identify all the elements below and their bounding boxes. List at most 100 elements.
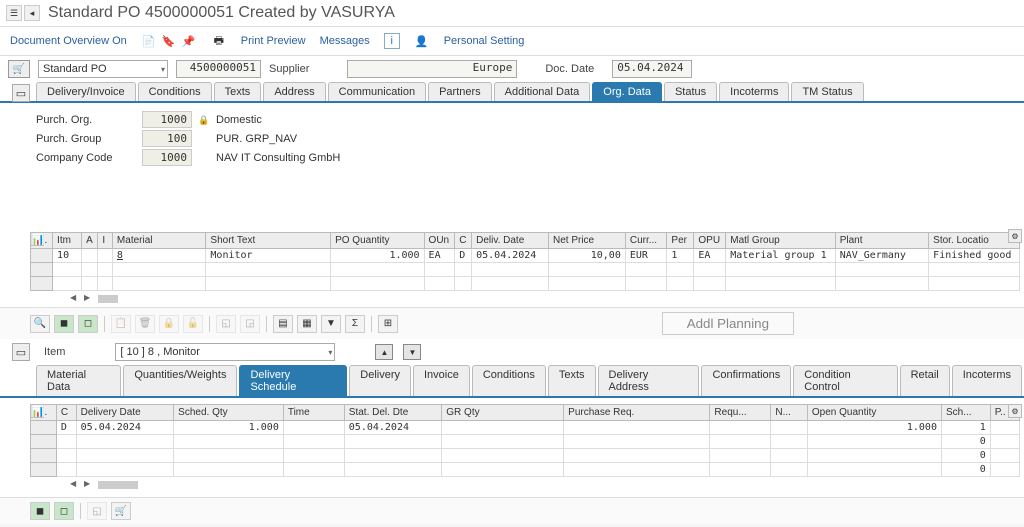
- table-cell[interactable]: [98, 249, 113, 263]
- sched-col-header[interactable]: Open Quantity: [807, 405, 941, 421]
- print-icon[interactable]: 🖶: [211, 33, 227, 49]
- table-cell[interactable]: [82, 263, 98, 277]
- sched-hscroll-thumb[interactable]: [98, 481, 138, 489]
- item-tab-delivery[interactable]: Delivery: [349, 365, 411, 396]
- table-cell[interactable]: [206, 277, 331, 291]
- table-cell[interactable]: [56, 435, 76, 449]
- table-cell[interactable]: [472, 263, 549, 277]
- purch-org-code[interactable]: 1000: [142, 111, 192, 128]
- table-cell[interactable]: [53, 277, 82, 291]
- items-col-header[interactable]: PO Quantity: [331, 233, 424, 249]
- sum-icon[interactable]: Σ: [345, 315, 365, 333]
- item-tab-material-data[interactable]: Material Data: [36, 365, 121, 396]
- table-cell[interactable]: [990, 435, 1019, 449]
- table-cell[interactable]: [174, 463, 284, 477]
- row-selector[interactable]: [31, 421, 57, 435]
- table-cell[interactable]: [112, 277, 205, 291]
- print-preview-link[interactable]: Print Preview: [241, 35, 306, 47]
- table-cell[interactable]: [472, 277, 549, 291]
- items-col-header[interactable]: Net Price: [548, 233, 625, 249]
- table-cell[interactable]: [835, 277, 928, 291]
- table-cell[interactable]: EA: [694, 249, 726, 263]
- table-cell[interactable]: [694, 277, 726, 291]
- table-cell[interactable]: [76, 463, 174, 477]
- sched-col-header[interactable]: Sch...: [941, 405, 990, 421]
- table-cell[interactable]: [206, 263, 331, 277]
- deselect-icon[interactable]: ◻: [78, 315, 98, 333]
- prev-item-button[interactable]: ▲: [375, 344, 393, 360]
- table-cell[interactable]: [442, 421, 564, 435]
- create-icon[interactable]: 📄: [141, 33, 157, 49]
- lookup-icon[interactable]: 🔒: [198, 115, 209, 125]
- items-col-header[interactable]: Itm: [53, 233, 82, 249]
- table-cell[interactable]: Material group 1: [726, 249, 835, 263]
- personal-icon[interactable]: 👤: [414, 33, 430, 49]
- sched-col-header[interactable]: GR Qty: [442, 405, 564, 421]
- table-cell[interactable]: [694, 263, 726, 277]
- table-cell[interactable]: [344, 435, 442, 449]
- table-cell[interactable]: [710, 435, 771, 449]
- table-cell[interactable]: 05.04.2024: [472, 249, 549, 263]
- table-cell[interactable]: [771, 421, 808, 435]
- table-cell[interactable]: [283, 421, 344, 435]
- table-cell[interactable]: 0: [941, 435, 990, 449]
- items-col-header[interactable]: Curr...: [625, 233, 667, 249]
- scroll-right-icon[interactable]: ▶: [84, 293, 96, 305]
- sched-col-header[interactable]: Purchase Req.: [564, 405, 710, 421]
- sched-detail-icon[interactable]: ◱: [87, 502, 107, 520]
- table-cell[interactable]: [807, 449, 941, 463]
- sched-scroll-left-icon[interactable]: ◀: [70, 479, 82, 491]
- table-cell[interactable]: 1: [941, 421, 990, 435]
- header-tab-address[interactable]: Address: [263, 82, 325, 101]
- table-cell[interactable]: [442, 463, 564, 477]
- table-cell[interactable]: [807, 435, 941, 449]
- item-tab-conditions[interactable]: Conditions: [472, 365, 546, 396]
- row-selector[interactable]: [31, 249, 53, 263]
- table-cell[interactable]: [76, 435, 174, 449]
- table-cell[interactable]: 8: [112, 249, 205, 263]
- detail-icon[interactable]: 🔍: [30, 315, 50, 333]
- table-cell[interactable]: D: [56, 421, 76, 435]
- table-cell[interactable]: [990, 463, 1019, 477]
- table-cell[interactable]: [283, 435, 344, 449]
- header-tab-incoterms[interactable]: Incoterms: [719, 82, 789, 101]
- table-cell[interactable]: [56, 463, 76, 477]
- item-tab-confirmations[interactable]: Confirmations: [701, 365, 791, 396]
- table-cell[interactable]: 1.000: [174, 421, 284, 435]
- sched-deselect-icon[interactable]: ◻: [54, 502, 74, 520]
- table-cell[interactable]: [442, 435, 564, 449]
- sched-top-left-icon[interactable]: 📊: [30, 404, 44, 418]
- sched-cart-icon[interactable]: 🛒: [111, 502, 131, 520]
- table-cell[interactable]: [771, 449, 808, 463]
- doc-date-field[interactable]: 05.04.2024: [612, 60, 692, 78]
- table-cell[interactable]: 05.04.2024: [76, 421, 174, 435]
- table-cell[interactable]: [564, 435, 710, 449]
- item-tab-texts[interactable]: Texts: [548, 365, 596, 396]
- supplier-field[interactable]: Europe: [347, 60, 517, 78]
- table-cell[interactable]: [625, 263, 667, 277]
- extra-icon-1[interactable]: ◱: [216, 315, 236, 333]
- table-cell[interactable]: [807, 463, 941, 477]
- header-tab-org-data[interactable]: Org. Data: [592, 82, 662, 101]
- items-col-header[interactable]: Stor. Locatio: [929, 233, 1020, 249]
- row-selector[interactable]: [31, 435, 57, 449]
- item-tab-delivery-schedule[interactable]: Delivery Schedule: [239, 365, 347, 396]
- items-col-header[interactable]: Per: [667, 233, 694, 249]
- table-cell[interactable]: [667, 277, 694, 291]
- table-cell[interactable]: [56, 449, 76, 463]
- table-cell[interactable]: [174, 449, 284, 463]
- items-col-header[interactable]: C: [455, 233, 472, 249]
- header-tab-status[interactable]: Status: [664, 82, 717, 101]
- copy-icon[interactable]: 📋: [111, 315, 131, 333]
- items-col-header[interactable]: A: [82, 233, 98, 249]
- table-cell[interactable]: [710, 421, 771, 435]
- table-cell[interactable]: [726, 263, 835, 277]
- table-cell[interactable]: 10,00: [548, 249, 625, 263]
- table-cell[interactable]: [929, 263, 1020, 277]
- purch-group-code[interactable]: 100: [142, 130, 192, 147]
- items-col-header[interactable]: Plant: [835, 233, 928, 249]
- delete-icon[interactable]: 🗑: [135, 315, 155, 333]
- info-icon[interactable]: i: [384, 33, 400, 49]
- filter-icon[interactable]: ▤: [273, 315, 293, 333]
- sched-col-header[interactable]: Stat. Del. Dte: [344, 405, 442, 421]
